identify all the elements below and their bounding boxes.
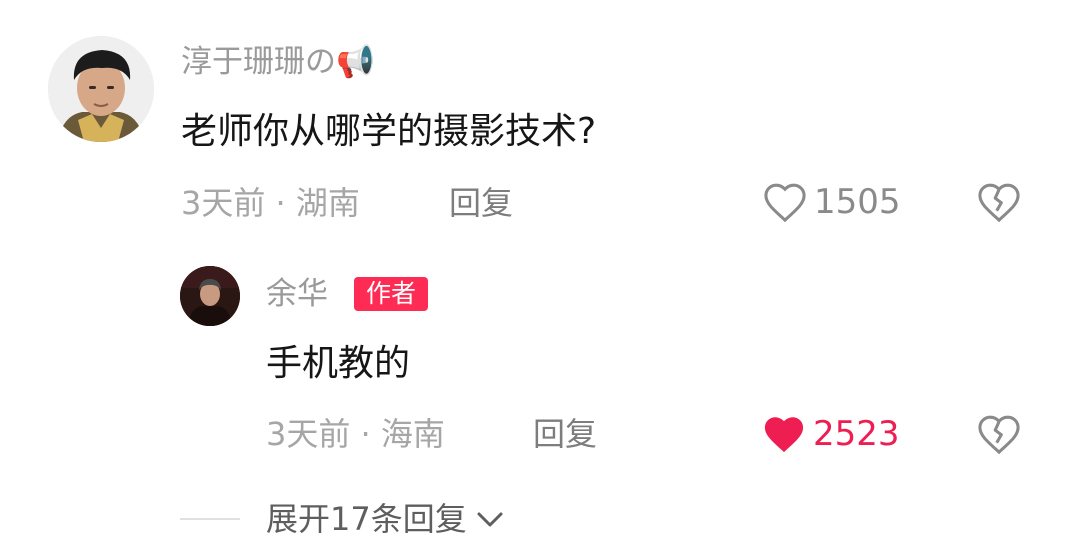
author-badge: 作者 [354, 277, 429, 311]
reply-like-button[interactable]: 2523 [761, 413, 900, 455]
heart-outline-icon [764, 183, 806, 223]
author-avatar[interactable] [180, 266, 240, 326]
comment-text: 老师你从哪学的摄影技术? [181, 111, 597, 152]
broken-heart-icon [978, 415, 1020, 455]
reply-dislike-button[interactable] [976, 413, 1022, 455]
expand-replies-label: 展开17条回复 [266, 500, 467, 538]
comment-reply-button[interactable]: 回复 [449, 183, 513, 223]
chevron-down-icon [477, 512, 503, 527]
commenter-avatar[interactable] [48, 36, 154, 142]
commenter-avatar-image [48, 36, 154, 142]
commenter-username[interactable]: 淳于珊珊の📢 [181, 42, 375, 82]
author-username[interactable]: 余华 [266, 274, 328, 314]
expand-replies-button[interactable]: 展开17条回复 [266, 499, 505, 539]
comment-like-button[interactable]: 1505 [762, 181, 901, 223]
comment-dislike-button[interactable] [976, 181, 1022, 223]
comment-meta: 3天前 · 湖南 [181, 184, 360, 222]
reply-reply-button[interactable]: 回复 [533, 414, 597, 454]
heart-filled-icon [764, 417, 804, 453]
author-avatar-image [180, 266, 240, 326]
reply-text: 手机教的 [266, 343, 411, 384]
broken-heart-icon [978, 183, 1020, 223]
reply-meta: 3天前 · 海南 [266, 415, 445, 453]
expand-divider [180, 518, 240, 520]
reply-like-count: 2523 [813, 414, 900, 454]
comment-like-count: 1505 [814, 182, 901, 222]
